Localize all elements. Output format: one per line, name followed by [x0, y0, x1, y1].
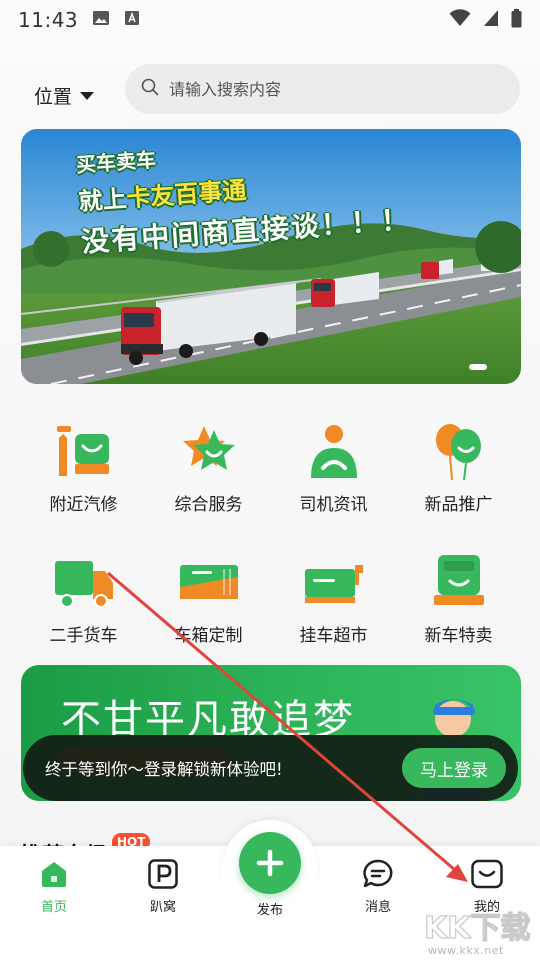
location-selector[interactable]: 位置: [34, 82, 95, 109]
watermark-text: KK下载: [424, 911, 531, 946]
service-new-products[interactable]: 新品推广: [396, 420, 521, 515]
search-icon: [141, 78, 159, 100]
cargo-truck-icon: [54, 561, 113, 608]
location-label: 位置: [34, 86, 73, 108]
service-driver-news[interactable]: 司机资讯: [271, 420, 396, 515]
container-icon: [179, 565, 238, 599]
message-icon: [363, 859, 393, 888]
banner-carousel[interactable]: 买车卖车 就上卡友百事通 没有中间商直接谈！！！: [21, 129, 521, 384]
service-used-trucks[interactable]: 二手货车: [21, 551, 146, 646]
profile-icon: [471, 859, 503, 889]
banner-brand: 卡友百事通: [125, 176, 248, 213]
service-label: 挂车超市: [299, 626, 368, 646]
wrench-truck-icon: [56, 426, 109, 476]
service-label: 新车特卖: [424, 626, 493, 646]
service-container-custom[interactable]: 车箱定制: [146, 551, 271, 646]
nav-label-publish: 发布: [256, 903, 283, 918]
carousel-indicator: [469, 364, 487, 370]
app-screen: 11:43 位置 请输入搜索内容 买车卖车 就上卡友百事通 没有中间商直接谈！！…: [0, 0, 540, 960]
banner-line-2-prefix: 就上: [77, 184, 128, 216]
balloon-icon: [435, 424, 481, 481]
nav-label-home: 首页: [40, 900, 67, 915]
wifi-icon: [449, 9, 471, 31]
app-notification-icon: [124, 10, 140, 30]
nav-messages[interactable]: 消息: [338, 858, 418, 915]
status-bar: 11:43: [0, 0, 540, 40]
banner-slogan: 买车卖车 就上卡友百事通 没有中间商直接谈！！！: [75, 129, 412, 261]
service-label: 新品推广: [424, 495, 493, 515]
nav-label-messages: 消息: [364, 900, 391, 915]
service-label: 综合服务: [174, 495, 243, 515]
plus-icon: [256, 849, 284, 877]
home-icon: [42, 862, 66, 887]
watermark-url: www.kkx.net: [428, 944, 504, 957]
login-button[interactable]: 马上登录: [402, 748, 506, 788]
service-trailer-market[interactable]: 挂车超市: [271, 551, 396, 646]
login-toast: 终于等到你～登录解锁新体验吧! 马上登录: [23, 735, 518, 801]
signal-icon: [483, 9, 499, 31]
watermark-logo: KK下载: [423, 910, 531, 946]
nav-parking[interactable]: 趴窝: [123, 858, 203, 915]
search-input[interactable]: [169, 79, 499, 99]
service-label: 车箱定制: [174, 626, 243, 646]
trailer-icon: [304, 565, 363, 603]
caret-down-icon: [80, 91, 95, 100]
login-prompt-text: 终于等到你～登录解锁新体验吧!: [45, 760, 283, 779]
status-time: 11:43: [18, 8, 79, 32]
parking-icon: [148, 859, 178, 889]
service-grid: 附近汽修 综合服务 司机资讯 新品推广 二手货车 车箱定制 挂车超市 新车特卖: [21, 420, 521, 646]
nav-home[interactable]: 首页: [14, 858, 94, 915]
new-truck-icon: [433, 555, 484, 605]
nav-label-parking: 趴窝: [149, 900, 176, 915]
service-nearby-repair[interactable]: 附近汽修: [21, 420, 146, 515]
service-new-trucks[interactable]: 新车特卖: [396, 551, 521, 646]
search-box[interactable]: [125, 64, 520, 114]
service-label: 附近汽修: [49, 495, 118, 515]
star-icon: [182, 426, 235, 470]
service-label: 司机资讯: [299, 495, 368, 515]
driver-icon: [310, 425, 357, 478]
gallery-notification-icon: [92, 10, 110, 30]
service-general[interactable]: 综合服务: [146, 420, 271, 515]
publish-button[interactable]: [239, 832, 301, 894]
battery-icon: [511, 8, 522, 32]
service-label: 二手货车: [49, 626, 118, 646]
